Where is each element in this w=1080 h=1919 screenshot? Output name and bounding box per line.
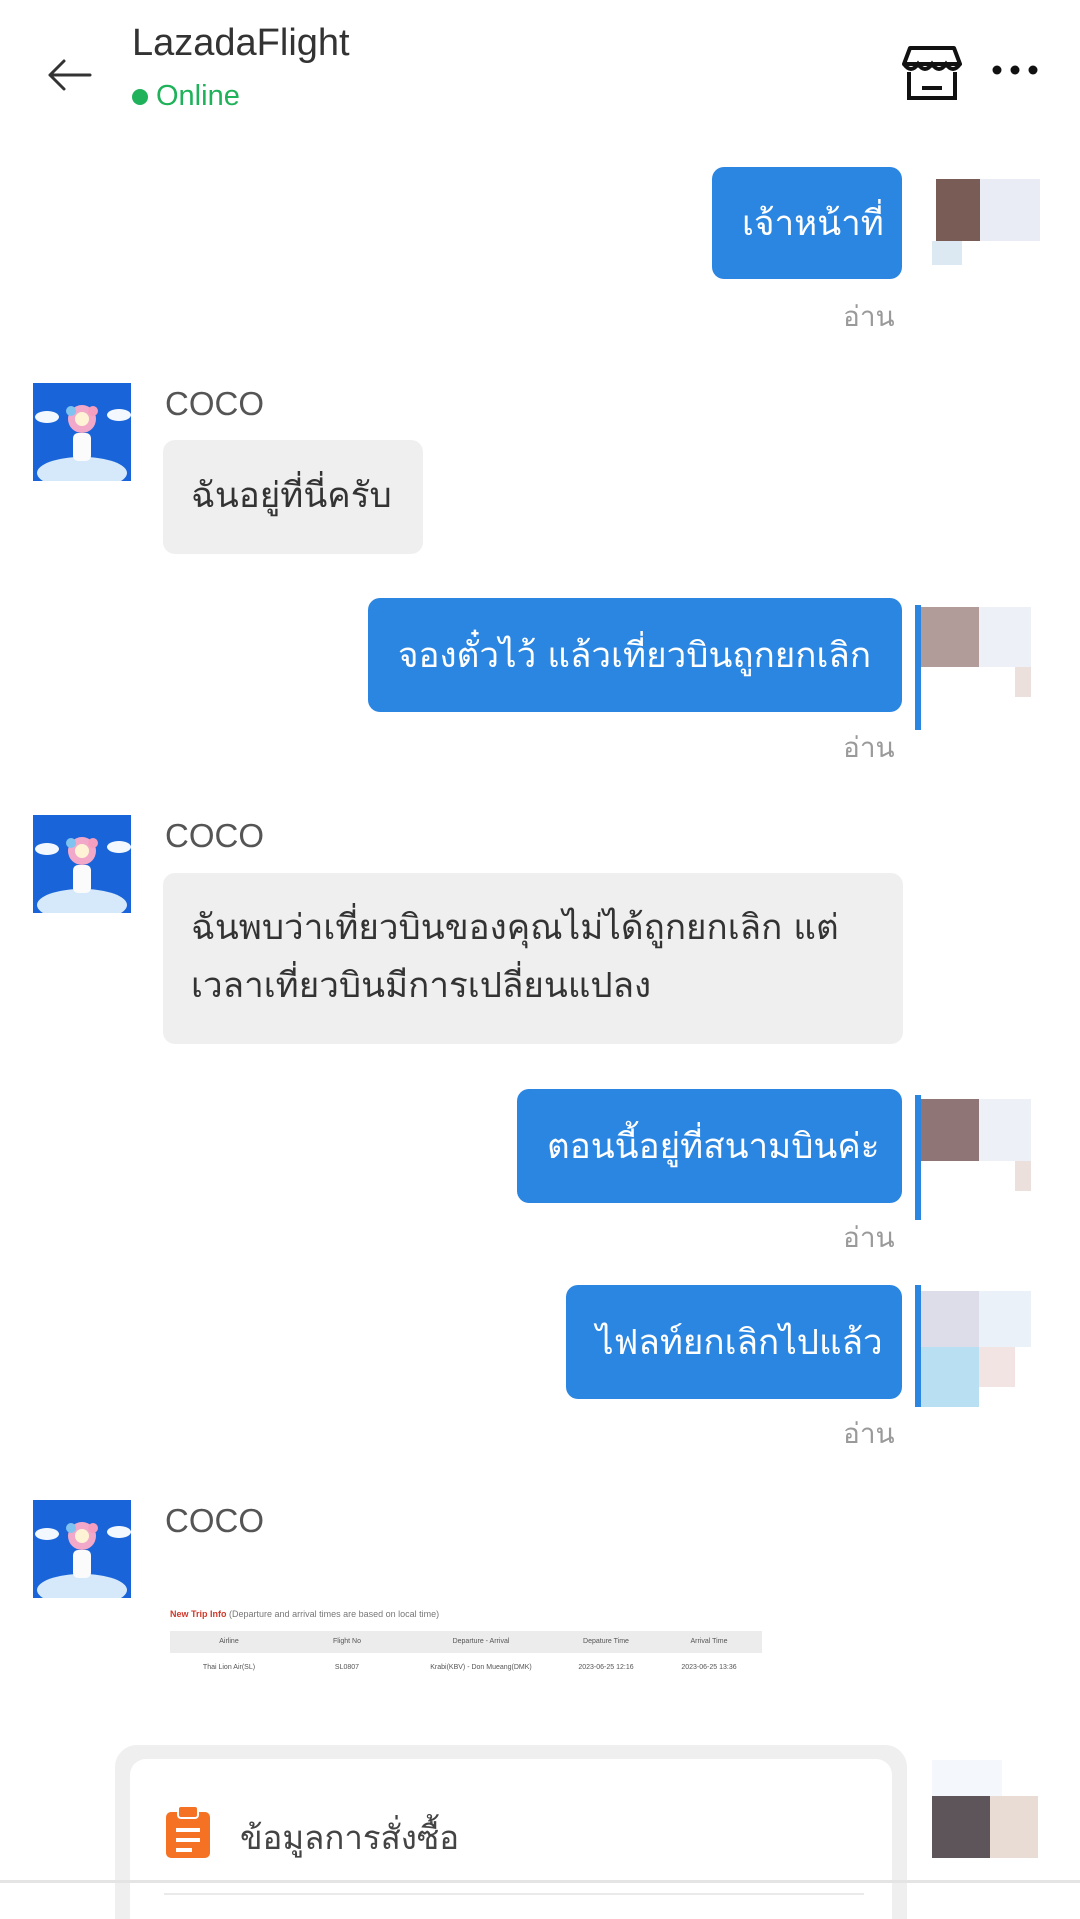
my-avatar[interactable] bbox=[932, 1760, 1042, 1860]
my-avatar[interactable] bbox=[932, 167, 1042, 265]
table-cell: Krabi(KBV) - Don Mueang(DMK) bbox=[430, 1664, 532, 1671]
order-info-card-body: ข้อมูลการสั่งซื้อ bbox=[130, 1759, 892, 1919]
message-text-line: ฉันพบว่าเที่ยวบินของคุณไม่ได้ถูกยกเลิก แ… bbox=[191, 908, 839, 948]
mascot-avatar-image bbox=[33, 815, 131, 913]
trip-table-header: Airline Flight No Departure - Arrival De… bbox=[170, 1631, 762, 1653]
clipboard-icon bbox=[166, 1805, 210, 1858]
my-avatar[interactable] bbox=[915, 605, 1035, 730]
avatar-image bbox=[915, 1095, 1035, 1220]
coco-avatar[interactable] bbox=[33, 815, 131, 913]
message-text: ฉันอยู่ที่นี่ครับ bbox=[191, 476, 392, 516]
more-horizontal-icon bbox=[992, 65, 1038, 75]
avatar-image bbox=[915, 605, 1035, 730]
incoming-message[interactable]: ฉันพบว่าเที่ยวบินของคุณไม่ได้ถูกยกเลิก แ… bbox=[163, 873, 903, 1044]
sender-name: COCO bbox=[165, 385, 264, 422]
divider bbox=[164, 1893, 864, 1895]
read-receipt: อ่าน bbox=[843, 300, 895, 333]
store-button[interactable] bbox=[902, 44, 962, 102]
table-cell: 2023-06-25 13:36 bbox=[681, 1664, 737, 1671]
my-avatar[interactable] bbox=[915, 1285, 1035, 1407]
column-header: Departure - Arrival bbox=[452, 1638, 510, 1645]
column-header: Depature Time bbox=[583, 1638, 629, 1645]
trip-info-title: New Trip Info (Departure and arrival tim… bbox=[170, 1609, 439, 1619]
column-header: Arrival Time bbox=[690, 1638, 728, 1645]
message-text-line: เวลาเที่ยวบินมีการเปลี่ยนแปลง bbox=[191, 966, 652, 1006]
trip-info-note: (Departure and arrival times are based o… bbox=[229, 1609, 440, 1619]
avatar-image bbox=[915, 1285, 1035, 1407]
bottom-divider bbox=[0, 1880, 1080, 1883]
read-receipt: อ่าน bbox=[843, 1221, 895, 1254]
sender-name: COCO bbox=[165, 817, 264, 854]
read-receipt: อ่าน bbox=[843, 731, 895, 764]
chat-header: LazadaFlight Online bbox=[0, 0, 1080, 150]
message-text: เจ้าหน้าที่ bbox=[742, 203, 884, 244]
online-status: Online bbox=[132, 80, 240, 113]
outgoing-message[interactable]: เจ้าหน้าที่ bbox=[712, 167, 902, 279]
column-header: Flight No bbox=[332, 1638, 361, 1645]
outgoing-message[interactable]: ตอนนี้อยู่ที่สนามบินค่ะ bbox=[517, 1089, 902, 1203]
read-receipt: อ่าน bbox=[843, 1417, 895, 1450]
message-text: ตอนนี้อยู่ที่สนามบินค่ะ bbox=[547, 1126, 880, 1167]
trip-info-image[interactable]: New Trip Info (Departure and arrival tim… bbox=[170, 1605, 762, 1680]
message-text: จองตั๋วไว้ แล้วเที่ยวบินถูกยกเลิก bbox=[398, 635, 872, 676]
avatar-image bbox=[932, 167, 1042, 265]
order-info-card[interactable]: ข้อมูลการสั่งซื้อ bbox=[115, 1745, 907, 1919]
my-avatar[interactable] bbox=[915, 1095, 1035, 1220]
table-cell: Thai Lion Air(SL) bbox=[202, 1664, 256, 1671]
chat-title: LazadaFlight bbox=[132, 22, 350, 64]
trip-info-heading: New Trip Info bbox=[170, 1609, 227, 1619]
coco-avatar[interactable] bbox=[33, 383, 131, 481]
online-status-label: Online bbox=[156, 80, 240, 112]
more-options-button[interactable] bbox=[985, 50, 1045, 90]
arrow-left-icon bbox=[48, 59, 92, 91]
order-info-label: ข้อมูลการสั่งซื้อ bbox=[240, 1818, 460, 1857]
coco-avatar[interactable] bbox=[33, 1500, 131, 1598]
outgoing-message[interactable]: จองตั๋วไว้ แล้วเที่ยวบินถูกยกเลิก bbox=[368, 598, 902, 712]
back-button[interactable] bbox=[40, 45, 100, 105]
message-text: ไฟลท์ยกเลิกไปแล้ว bbox=[596, 1322, 883, 1363]
table-cell: SL0807 bbox=[334, 1664, 360, 1671]
column-header: Airline bbox=[219, 1638, 239, 1645]
avatar-image bbox=[932, 1760, 1042, 1860]
mascot-avatar-image bbox=[33, 383, 131, 481]
sender-name: COCO bbox=[165, 1502, 264, 1539]
table-cell: 2023-06-25 12:16 bbox=[578, 1664, 634, 1671]
store-icon bbox=[902, 46, 962, 100]
online-dot bbox=[132, 88, 148, 105]
incoming-message[interactable]: ฉันอยู่ที่นี่ครับ bbox=[163, 440, 423, 554]
outgoing-message[interactable]: ไฟลท์ยกเลิกไปแล้ว bbox=[566, 1285, 902, 1399]
table-row: Thai Lion Air(SL) SL0807 Krabi(KBV) - Do… bbox=[170, 1657, 762, 1677]
mascot-avatar-image bbox=[33, 1500, 131, 1598]
order-icon-wrapper bbox=[164, 1805, 212, 1860]
